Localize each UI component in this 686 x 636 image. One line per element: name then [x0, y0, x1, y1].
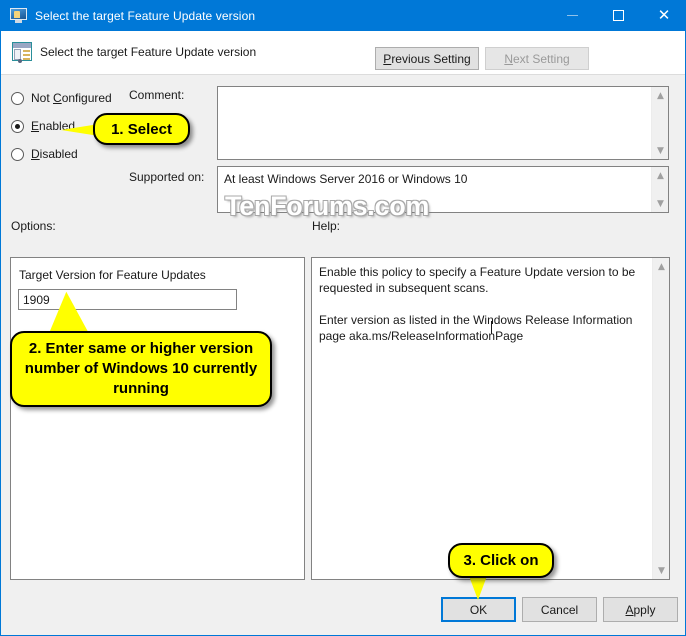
chevron-down-icon[interactable]: ▼: [652, 195, 668, 212]
minimize-button[interactable]: [549, 0, 595, 31]
chevron-up-icon[interactable]: ▲: [652, 167, 668, 184]
window-controls: ✕: [549, 0, 685, 31]
help-label: Help:: [312, 219, 341, 233]
chevron-up-icon[interactable]: ▲: [652, 87, 669, 104]
cancel-button[interactable]: Cancel: [522, 597, 597, 622]
radio-not-configured-indicator: [11, 91, 24, 105]
callout-step-2: 2. Enter same or higher version number o…: [10, 331, 272, 407]
target-version-input[interactable]: [18, 289, 237, 310]
chevron-down-icon[interactable]: ▼: [653, 562, 669, 579]
next-setting-button[interactable]: Next Setting: [485, 47, 589, 70]
radio-not-configured[interactable]: Not Configured: [11, 91, 112, 105]
apply-label-rest: pply: [633, 602, 656, 617]
radio-disabled-label: Disabled: [31, 147, 78, 161]
previous-setting-accel: P: [383, 51, 392, 66]
maximize-button[interactable]: [595, 0, 641, 31]
next-setting-accel: N: [504, 51, 513, 66]
callout-step-3: 3. Click on: [448, 543, 554, 578]
supported-on-field: At least Windows Server 2016 or Windows …: [217, 166, 669, 213]
radio-enabled-indicator: [11, 119, 24, 133]
help-scrollbar[interactable]: ▲ ▼: [652, 258, 669, 579]
previous-setting-button[interactable]: Previous Setting: [375, 47, 479, 70]
next-setting-label-rest: ext Setting: [512, 51, 570, 66]
callout-step-1: 1. Select: [93, 113, 190, 145]
help-panel: Enable this policy to specify a Feature …: [311, 257, 670, 580]
previous-setting-label-rest: revious Setting: [391, 51, 471, 66]
supported-on-label: Supported on:: [129, 170, 205, 184]
computer-monitor-icon: [10, 8, 27, 23]
policy-setting-dialog: Select the target Feature Update version…: [0, 0, 686, 636]
radio-not-configured-label: Not Configured: [31, 91, 112, 105]
apply-button[interactable]: Apply: [603, 597, 678, 622]
target-version-label: Target Version for Feature Updates: [19, 268, 206, 282]
supported-on-scrollbar[interactable]: ▲ ▼: [651, 167, 668, 212]
group-policy-setting-icon: [12, 42, 32, 63]
comment-scrollbar[interactable]: ▲ ▼: [651, 87, 668, 159]
comment-textarea[interactable]: ▲ ▼: [217, 86, 669, 160]
chevron-up-icon[interactable]: ▲: [653, 258, 669, 275]
text-caret: [491, 321, 492, 334]
window-title: Select the target Feature Update version: [35, 8, 256, 23]
chevron-down-icon[interactable]: ▼: [652, 142, 669, 159]
help-text: Enable this policy to specify a Feature …: [319, 265, 636, 343]
close-button[interactable]: ✕: [641, 0, 685, 31]
radio-disabled-indicator: [11, 147, 24, 161]
options-label: Options:: [11, 219, 56, 233]
apply-accel: A: [625, 602, 634, 617]
setting-title: Select the target Feature Update version: [40, 45, 257, 59]
comment-label: Comment:: [129, 88, 185, 102]
supported-on-value: At least Windows Server 2016 or Windows …: [224, 172, 468, 186]
radio-disabled[interactable]: Disabled: [11, 147, 78, 161]
title-bar: Select the target Feature Update version…: [1, 0, 685, 31]
callout-3-pointer: [469, 576, 487, 600]
ok-button[interactable]: OK: [441, 597, 516, 622]
